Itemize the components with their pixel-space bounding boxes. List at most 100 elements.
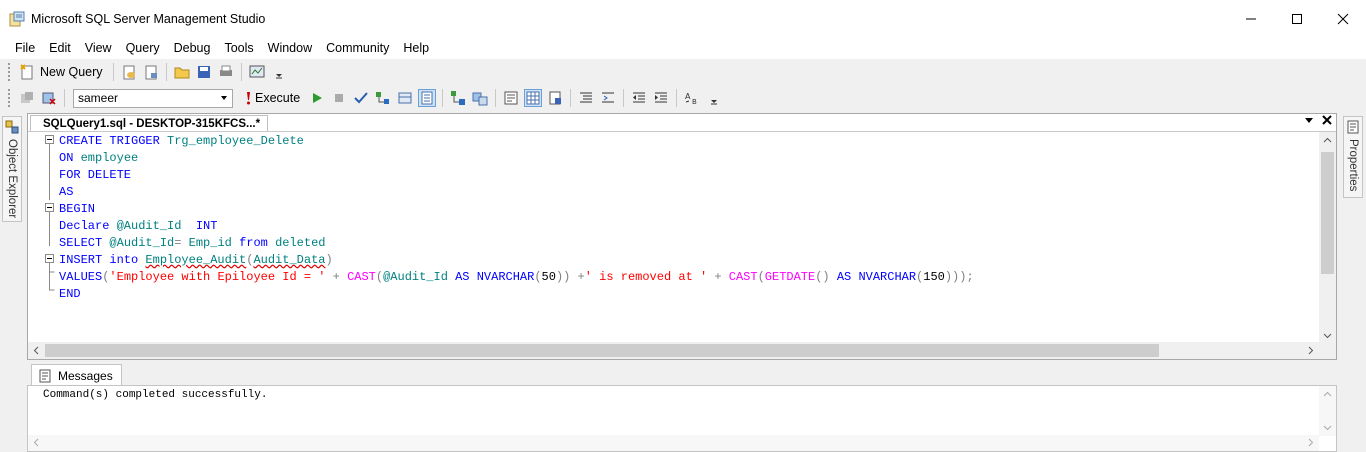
messages-horizontal-scrollbar[interactable] — [28, 435, 1319, 451]
code-line: CREATE TRIGGER Trg_employee_Delete — [59, 133, 974, 150]
execute-button[interactable]: Execute — [243, 90, 306, 106]
analysis-query-icon[interactable] — [143, 64, 159, 80]
chevron-right-icon[interactable] — [1306, 438, 1315, 447]
chevron-down-icon[interactable] — [1304, 115, 1314, 125]
code-token: ON — [59, 151, 81, 165]
code-outline-gutter — [45, 135, 55, 291]
results-to-grid-selected-icon[interactable] — [524, 89, 543, 107]
decrease-indent-icon[interactable] — [631, 90, 647, 106]
query-designer-icon[interactable] — [397, 90, 413, 106]
save-icon[interactable] — [196, 64, 212, 80]
menu-tools[interactable]: Tools — [217, 41, 260, 55]
toolbar-separator — [165, 63, 167, 81]
chevron-down-icon — [221, 96, 227, 100]
code-token: @Audit_Id — [109, 236, 175, 250]
chevron-down-icon[interactable] — [1323, 331, 1332, 340]
code-token: INT — [195, 219, 218, 233]
chevron-left-icon[interactable] — [32, 346, 41, 355]
toolbar-grip[interactable] — [8, 89, 12, 107]
change-connection-icon[interactable] — [41, 90, 57, 106]
menu-window[interactable]: Window — [261, 41, 319, 55]
menu-file[interactable]: File — [8, 41, 42, 55]
chevron-up-icon[interactable] — [1323, 136, 1332, 145]
code-token: FOR DELETE — [59, 168, 132, 182]
close-icon[interactable] — [1322, 115, 1332, 125]
menu-help[interactable]: Help — [396, 41, 436, 55]
database-selector[interactable]: sameer — [73, 88, 233, 108]
menu-community[interactable]: Community — [319, 41, 396, 55]
menu-view[interactable]: View — [78, 41, 119, 55]
object-explorer-tab[interactable]: Object Explorer — [2, 116, 22, 222]
maximize-button[interactable] — [1274, 0, 1320, 37]
menu-edit[interactable]: Edit — [42, 41, 78, 55]
parse-checkmark-icon[interactable] — [353, 90, 369, 106]
code-line: FOR DELETE — [59, 167, 974, 184]
scrollbar-thumb[interactable] — [45, 344, 1159, 357]
code-token: ( — [375, 270, 384, 284]
chevron-down-icon[interactable] — [1323, 423, 1332, 432]
new-query-icon[interactable] — [19, 64, 35, 80]
document-tab[interactable]: SQLQuery1.sql - DESKTOP-315KFCS...* — [30, 115, 269, 131]
client-statistics-icon[interactable] — [472, 90, 488, 106]
close-button[interactable] — [1320, 0, 1366, 37]
toolbar-separator — [240, 63, 242, 81]
toolbar-separator — [495, 89, 497, 107]
print-icon[interactable] — [218, 64, 234, 80]
chevron-left-icon[interactable] — [32, 438, 41, 447]
editor-vertical-scrollbar[interactable] — [1319, 132, 1336, 344]
code-token: SELECT — [59, 236, 110, 250]
toolbar-separator — [112, 63, 114, 81]
messages-tab[interactable]: Messages — [31, 364, 122, 386]
uncomment-lines-icon[interactable] — [600, 90, 616, 106]
connect-icon[interactable] — [19, 90, 35, 106]
include-actual-plan-icon[interactable] — [450, 90, 466, 106]
code-line: ON employee — [59, 150, 974, 167]
code-token: 150 — [923, 270, 945, 284]
toolbar-grip[interactable] — [8, 63, 12, 81]
increase-indent-icon[interactable] — [653, 90, 669, 106]
database-selector-value: sameer — [78, 91, 119, 105]
open-folder-icon[interactable] — [174, 64, 190, 80]
menu-debug[interactable]: Debug — [167, 41, 218, 55]
code-token: CREATE TRIGGER — [59, 134, 168, 148]
code-token: from — [239, 236, 276, 250]
results-to-file-icon[interactable] — [547, 90, 563, 106]
messages-content: Command(s) completed successfully. — [27, 385, 1337, 452]
display-estimated-plan-icon[interactable] — [375, 90, 391, 106]
code-token: Emp_id — [188, 236, 240, 250]
close-icon[interactable] — [264, 123, 265, 124]
stop-icon[interactable] — [331, 90, 347, 106]
editor-horizontal-scrollbar[interactable] — [28, 342, 1319, 359]
activity-monitor-icon[interactable] — [249, 64, 265, 80]
execute-label: Execute — [255, 91, 301, 105]
specify-template-values-icon[interactable]: AB — [684, 90, 700, 106]
menu-bar: File Edit View Query Debug Tools Window … — [0, 37, 1366, 59]
minimize-icon — [1246, 18, 1256, 19]
code-text: CREATE TRIGGER Trg_employee_Delete ON emp… — [59, 133, 974, 303]
scrollbar-thumb[interactable] — [1321, 152, 1334, 274]
code-token: ))); — [944, 270, 974, 284]
minimize-button[interactable] — [1228, 0, 1274, 37]
code-editor[interactable]: CREATE TRIGGER Trg_employee_Delete ON emp… — [28, 132, 1319, 344]
chevron-up-icon[interactable] — [1323, 390, 1332, 399]
toolbar-separator — [570, 89, 572, 107]
query-editor-window: SQLQuery1.sql - DESKTOP-315KFCS...* CREA… — [27, 113, 1337, 360]
new-query-button[interactable]: New Query — [40, 65, 103, 79]
code-line: END — [59, 286, 974, 303]
code-token: + — [707, 270, 729, 284]
database-engine-query-icon[interactable] — [121, 64, 137, 80]
toolbar-overflow-icon[interactable] — [271, 64, 287, 80]
properties-tab[interactable]: Properties — [1343, 116, 1363, 198]
comment-lines-icon[interactable] — [578, 90, 594, 106]
messages-vertical-scrollbar[interactable] — [1319, 386, 1336, 436]
chevron-right-icon[interactable] — [1306, 346, 1315, 355]
toolbar-overflow-icon[interactable] — [706, 90, 722, 106]
code-token: NVARCHAR — [858, 270, 917, 284]
menu-query[interactable]: Query — [119, 41, 167, 55]
results-to-grid-icon[interactable] — [418, 89, 437, 107]
code-token: CAST — [347, 270, 376, 284]
code-token: @Audit_Id — [116, 219, 196, 233]
code-line: BEGIN — [59, 201, 974, 218]
debug-play-icon[interactable] — [309, 90, 325, 106]
results-to-text-icon[interactable] — [503, 90, 519, 106]
